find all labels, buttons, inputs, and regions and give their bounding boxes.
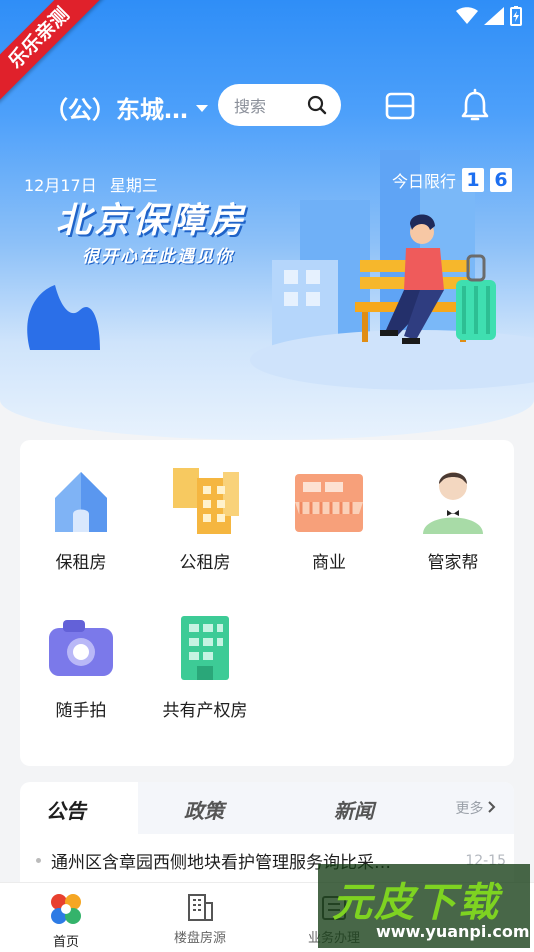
building-icon xyxy=(188,894,213,921)
battery-charging-icon xyxy=(510,6,522,26)
category-label: 保租房 xyxy=(55,553,107,573)
scan-icon[interactable] xyxy=(382,88,418,124)
news-tabs: 公告 政策 新闻 更多 xyxy=(20,782,514,834)
nav-label: 楼盘房源 xyxy=(173,931,226,946)
category-label: 公租房 xyxy=(179,553,231,573)
search-icon xyxy=(307,95,327,115)
search-input[interactable]: 搜索 xyxy=(218,84,341,126)
search-placeholder: 搜索 xyxy=(234,97,267,116)
category-label: 商业 xyxy=(312,553,346,573)
tab-news[interactable]: 新闻 xyxy=(334,795,374,824)
bell-icon[interactable] xyxy=(458,88,492,124)
signal-icon xyxy=(484,7,504,25)
category-suishoupai[interactable]: 随手拍 xyxy=(26,610,136,721)
city-name: （公）东城… xyxy=(44,96,188,124)
category-gongyouchanquanfang[interactable]: 共有产权房 xyxy=(150,610,260,721)
watermark-url: www.yuanpi.com xyxy=(376,922,530,941)
shop-icon xyxy=(295,474,363,532)
hero-banner[interactable]: 乐乐亲测 （公）东城… 搜索 12月17日 星期三 今日限行 1 6 北京保障房… xyxy=(0,0,534,440)
category-label: 管家帮 xyxy=(427,553,479,573)
wifi-icon xyxy=(456,7,478,24)
banner-subtitle: 很开心在此遇见你 xyxy=(82,247,234,267)
camera-icon xyxy=(49,620,113,676)
city-selector[interactable]: （公）东城… xyxy=(44,90,208,125)
bullet-dot xyxy=(36,858,41,863)
limit-number: 6 xyxy=(490,168,512,192)
limit-label: 今日限行 xyxy=(391,172,456,191)
category-grid: 保租房 公租房 商业 管家帮 随手拍 共有产权房 xyxy=(20,440,514,766)
nav-label: 首页 xyxy=(52,935,79,950)
office-building-icon xyxy=(181,616,229,680)
chevron-right-icon xyxy=(488,801,496,813)
more-label: 更多 xyxy=(455,801,484,817)
category-shangye[interactable]: 商业 xyxy=(274,462,384,573)
watermark-logo: 元皮下载 xyxy=(332,880,500,926)
nav-home[interactable]: 首页 xyxy=(16,891,116,950)
tab-announcement[interactable]: 公告 xyxy=(46,795,86,824)
home-logo-icon xyxy=(51,894,81,924)
chevron-down-icon xyxy=(196,105,208,112)
site-watermark: 元皮下载 www.yuanpi.com xyxy=(318,864,530,948)
apartment-buildings-icon xyxy=(173,468,239,534)
category-label: 随手拍 xyxy=(55,701,107,721)
category-label: 共有产权房 xyxy=(162,701,248,721)
banner-title: 北京保障房 xyxy=(56,201,247,241)
category-guanjiabang[interactable]: 管家帮 xyxy=(398,462,508,573)
butler-icon xyxy=(423,472,483,534)
category-baozufang[interactable]: 保租房 xyxy=(26,462,136,573)
category-gongzufang[interactable]: 公租房 xyxy=(150,462,260,573)
tab-policy[interactable]: 政策 xyxy=(184,795,224,824)
nav-listings[interactable]: 楼盘房源 xyxy=(150,891,250,946)
limit-number: 1 xyxy=(462,168,484,192)
traffic-limit: 今日限行 1 6 xyxy=(392,168,512,192)
house-icon xyxy=(55,472,107,532)
more-link[interactable]: 更多 xyxy=(456,798,496,818)
